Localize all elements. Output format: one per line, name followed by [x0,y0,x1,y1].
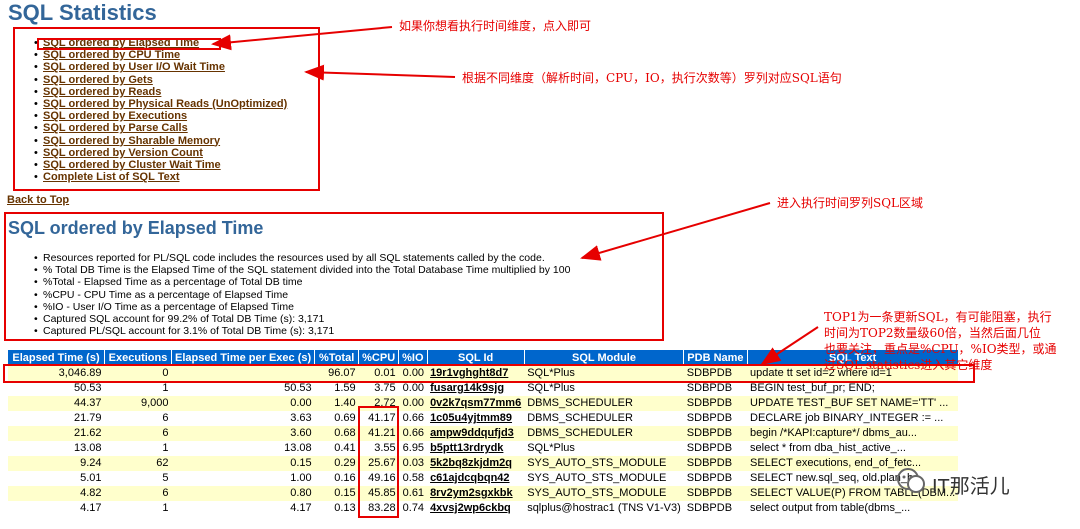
watermark-text: IT那活儿 [932,476,1010,498]
annotation-line: 时间为TOP2数量级60倍，当然后面几位 [824,326,1041,340]
arrow-to-section [580,202,771,261]
annotation-line: 过SQL statistics进入其它维度 [824,358,993,372]
annotation-line: TOP1为一条更新SQL，有可能阻塞，执行 [824,310,1052,324]
arrow-to-elapsed-link [211,26,393,51]
annotation-dimensions-hint: 根据不同维度（解析时间，CPU，IO，执行次数等）罗列对应SQL语句 [462,71,842,85]
annotation-line: 也要关注，重点是%CPU，%IO类型，或通 [824,342,1057,356]
arrow-to-top1-row [760,326,819,366]
annotation-elapsed-hint: 如果你想看执行时间维度，点入即可 [399,19,592,33]
wechat-logo-icon [897,468,925,493]
annotation-section-hint: 进入执行时间罗列SQL区域 [777,196,924,210]
annotation-top1-hint: TOP1为一条更新SQL，有可能阻塞，执行 时间为TOP2数量级60倍，当然后面… [824,309,1057,373]
arrow-to-toc [304,64,456,81]
